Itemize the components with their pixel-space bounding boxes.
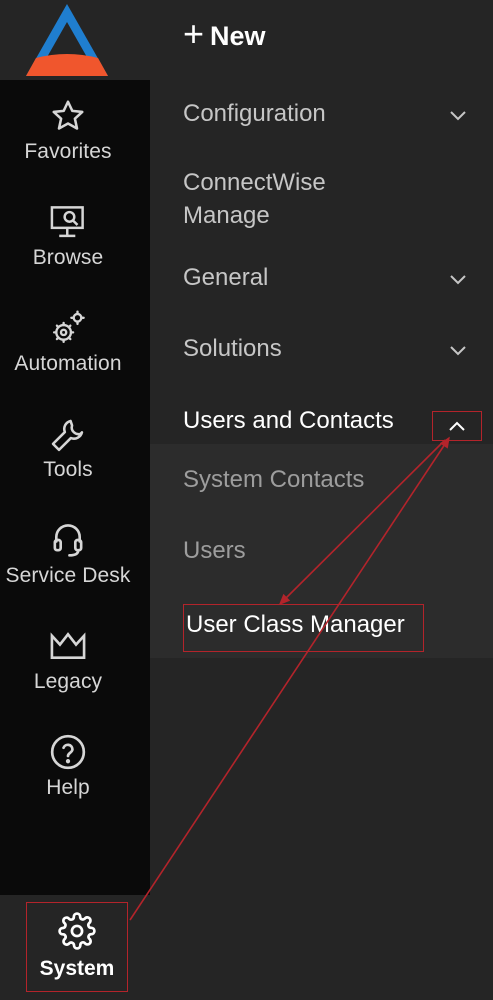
submenu-item-system-contacts-label: System Contacts (183, 466, 365, 493)
menu-item-general[interactable]: General (183, 264, 473, 296)
rail-item-system[interactable]: System (26, 902, 128, 992)
rail-item-legacy[interactable]: Legacy (0, 626, 136, 716)
rail-item-automation[interactable]: Automation (0, 308, 136, 398)
rail-label-service-desk: Service Desk (5, 564, 131, 587)
chevron-up-icon (449, 421, 465, 431)
chevron-down-icon (450, 111, 466, 121)
menu-item-configuration-label: Configuration (183, 100, 326, 127)
monitor-search-icon (48, 202, 88, 242)
submenu-item-users[interactable]: Users (183, 537, 246, 565)
submenu-item-system-contacts[interactable]: System Contacts (183, 466, 364, 494)
rail-label-favorites: Favorites (24, 140, 112, 163)
menu-item-users-and-contacts-label: Users and Contacts (183, 407, 394, 434)
collapse-users-and-contacts-toggle[interactable] (432, 411, 482, 441)
star-icon (48, 96, 88, 136)
rail-label-help: Help (46, 776, 90, 799)
chevron-down-icon (450, 346, 466, 356)
rail-label-system: System (39, 957, 115, 980)
app-logo (26, 4, 108, 76)
rail-label-tools: Tools (43, 458, 93, 481)
new-button[interactable]: + New (183, 14, 266, 58)
new-button-label: New (210, 20, 266, 51)
rail-item-browse[interactable]: Browse (0, 202, 136, 292)
menu-item-configuration[interactable]: Configuration (183, 100, 473, 132)
rail-label-automation: Automation (14, 352, 122, 375)
rail-label-legacy: Legacy (33, 670, 103, 693)
headset-icon (48, 520, 88, 560)
rail-label-browse: Browse (32, 246, 104, 269)
gear-icon (57, 911, 97, 951)
chevron-down-icon (450, 275, 466, 285)
menu-item-connectwise-manage[interactable]: ConnectWise Manage (183, 166, 473, 232)
menu-item-general-label: General (183, 264, 269, 291)
submenu-item-user-class-manager[interactable]: User Class Manager (183, 604, 424, 652)
menu-item-solutions-label: Solutions (183, 335, 282, 362)
rail-item-tools[interactable]: Tools (0, 414, 136, 504)
menu-item-connectwise-line2: Manage (183, 202, 270, 229)
rail-item-favorites[interactable]: Favorites (0, 96, 136, 186)
submenu-item-users-label: Users (183, 537, 246, 564)
menu-item-users-and-contacts[interactable]: Users and Contacts (183, 407, 473, 439)
menu-item-solutions[interactable]: Solutions (183, 335, 473, 367)
rail-item-help[interactable]: Help (0, 732, 136, 822)
crown-icon (48, 626, 88, 666)
submenu-item-user-class-manager-label: User Class Manager (186, 611, 405, 638)
plus-icon: + (183, 13, 205, 54)
menu-item-connectwise-line1: ConnectWise (183, 169, 326, 196)
gears-icon (48, 308, 88, 348)
logo-area (0, 0, 150, 80)
rail-item-service-desk[interactable]: Service Desk (0, 520, 136, 610)
question-circle-icon (48, 732, 88, 772)
wrench-icon (48, 414, 88, 454)
